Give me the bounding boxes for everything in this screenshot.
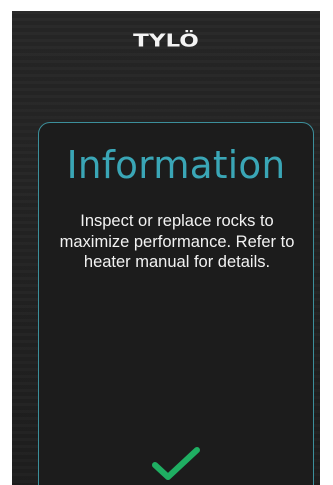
information-dialog: Information Inspect or replace rocks to … — [38, 122, 314, 485]
dialog-title: Information — [66, 143, 286, 187]
confirm-button[interactable] — [147, 440, 205, 485]
dialog-message: Inspect or replace rocks to maximize per… — [59, 212, 295, 271]
heater-control-screen: TYLÖ Information Inspect or replace rock… — [12, 11, 320, 485]
tylo-logo: TYLÖ — [133, 30, 199, 52]
checkmark-icon — [152, 447, 200, 480]
